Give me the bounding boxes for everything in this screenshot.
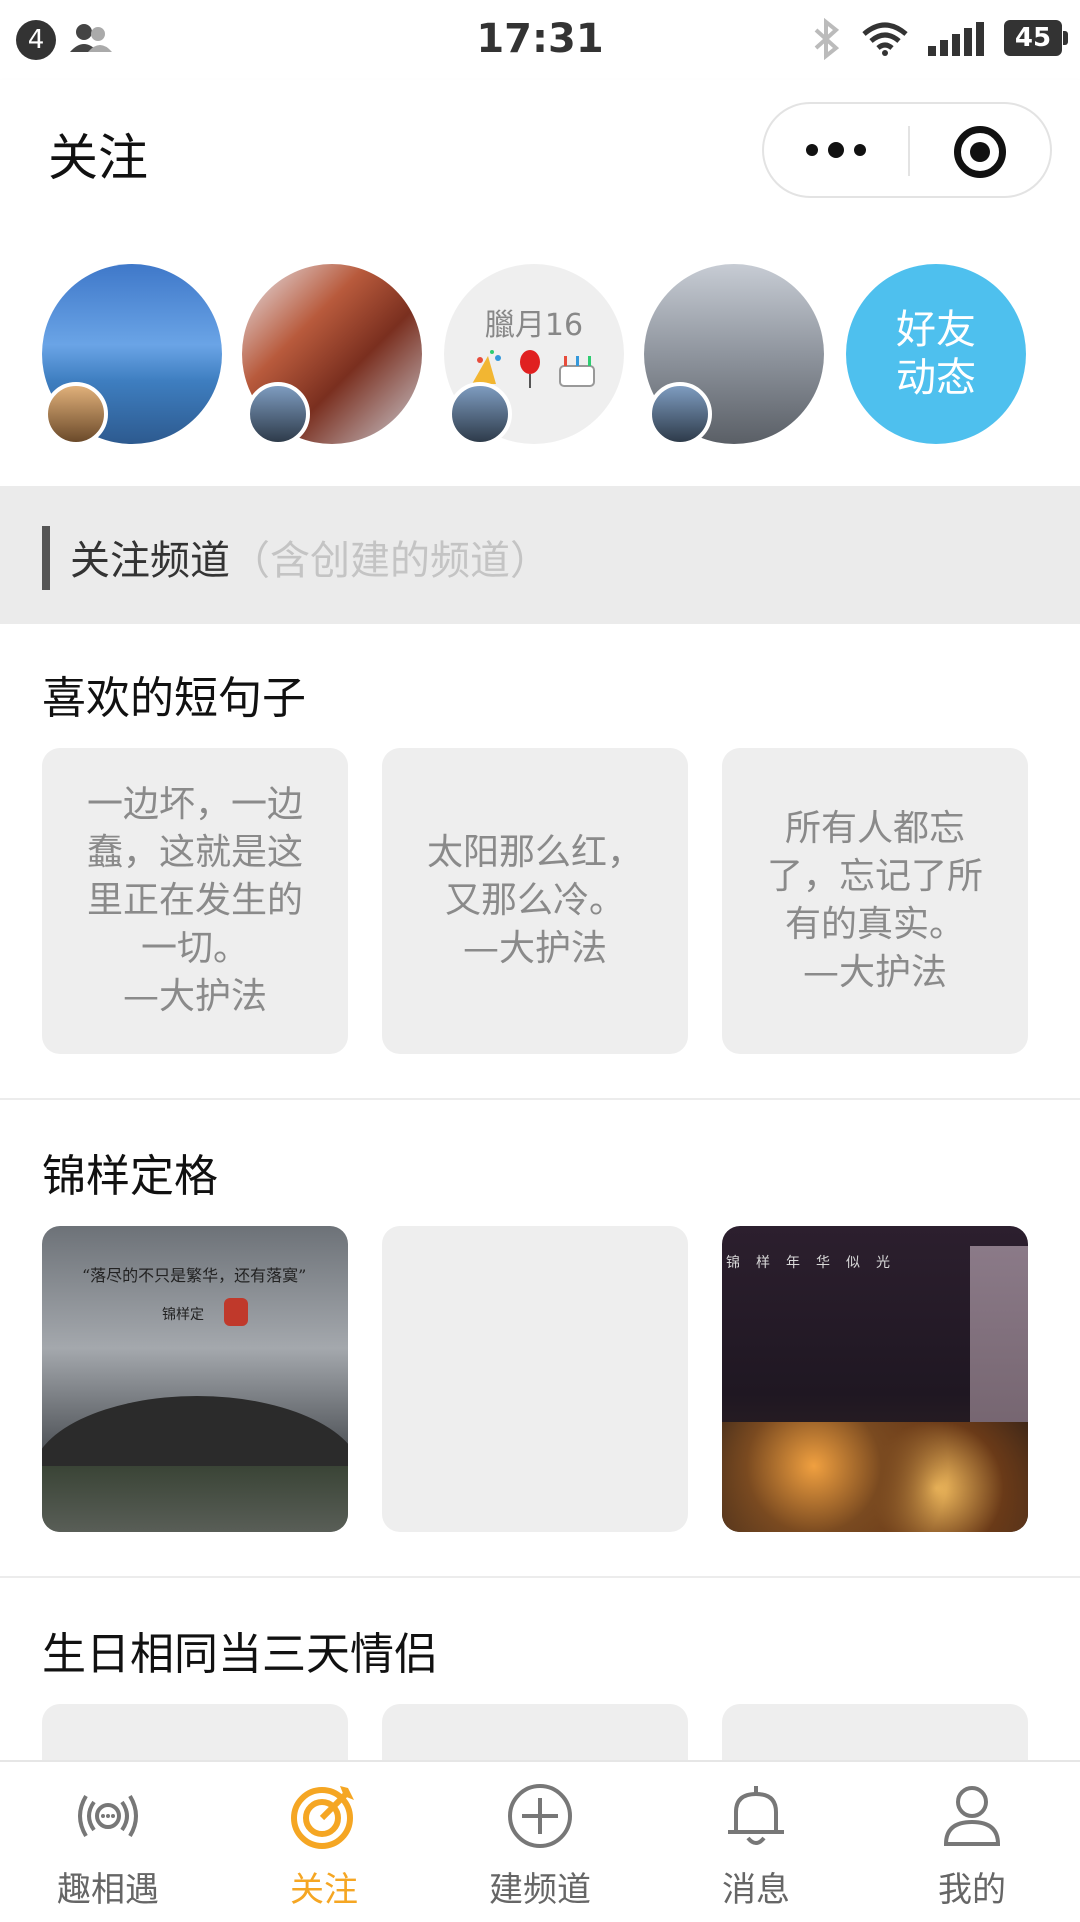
quote-card[interactable]: 所有人都忘 了，忘记了所 有的真实。 —大护法 [722,748,1028,1054]
private-badge: 私密 [1052,1102,1080,1186]
wifi-icon [862,22,908,60]
close-target-icon[interactable] [954,126,1006,178]
tab-label: 建频道 [489,1870,591,1910]
quote-author: —大护法 [462,928,607,969]
section-accent-bar [42,526,50,590]
seal-stamp [224,1298,248,1326]
quote-line: 太阳那么红， [426,832,643,873]
quote-card[interactable]: 一边坏，一边 蠢，这就是这 里正在发生的 一切。 —大护法 [42,748,348,1054]
section-title: 关注频道（含创建的频道） [70,528,550,586]
author-avatar [648,382,712,446]
bluetooth-icon [812,17,842,64]
tab-label: 我的 [938,1870,1006,1910]
friend-updates-button[interactable]: 好友 动态 [846,264,1026,444]
channel-block[interactable]: 锦样定格 私密 “落尽的不只是繁华，还有落寞” 锦样定 锦样年华似光 [0,1102,1080,1578]
quote-line: 蠢，这就是这 [86,832,303,873]
channel-name[interactable]: 生日相同当三天情侣 [42,1618,438,1682]
private-badge: 私密 [1052,624,1080,708]
story-date: 臘月16 [484,308,584,343]
section-title-text: 关注频道 [70,538,230,584]
friend-updates-label-1: 好友 [896,307,976,353]
target-icon [290,1782,358,1850]
quote-line: 有的真实。 [784,904,965,945]
tab-create-channel[interactable]: 建频道 [432,1762,648,1922]
bell-icon [722,1782,790,1850]
author-avatar [448,382,512,446]
content-card[interactable] [42,1704,348,1760]
tab-label: 消息 [722,1870,790,1910]
quote-line: 又那么冷。 [444,880,625,921]
content-card[interactable] [722,1704,1028,1760]
tab-me[interactable]: 我的 [864,1762,1080,1922]
mini-program-capsule [762,102,1052,198]
photo-card[interactable]: 锦样年华似光 [722,1226,1028,1532]
capsule-divider [908,126,910,176]
quote-line: 了，忘记了所 [766,856,983,897]
photo-caption: “落尽的不只是繁华，还有落寞” [82,1266,307,1285]
tab-messages[interactable]: 消息 [648,1762,864,1922]
battery-indicator: 45 [1004,20,1068,56]
story-row: 臘月16 好友 动态 [0,224,1080,486]
city-lights [722,1422,1028,1532]
quote-author: —大护法 [802,952,947,993]
author-avatar [44,382,108,446]
photo-card[interactable]: “落尽的不只是繁华，还有落寞” 锦样定 [42,1226,348,1532]
signal-icon [928,22,988,60]
channel-name[interactable]: 锦样定格 [42,1140,218,1204]
tab-label: 关注 [290,1870,358,1910]
quote-author: —大护法 [122,976,267,1017]
photo-placeholder-card[interactable] [382,1226,688,1532]
more-dot-icon [854,144,866,156]
channel-block[interactable]: 生日相同当三天情侣 [0,1580,1080,1760]
ground [42,1466,348,1532]
more-dot-icon [828,142,844,158]
tab-follow[interactable]: 关注 [216,1762,432,1922]
more-dot-icon [806,144,818,156]
building-roof [42,1396,348,1476]
quote-line: 一边坏，一边 [86,784,303,825]
followed-channels-header: 关注频道（含创建的频道） [0,486,1080,624]
bottom-tab-bar: 趣相遇 关注 建频道 消息 我的 [0,1760,1080,1920]
tab-label: 趣相遇 [57,1870,159,1910]
quote-line: 里正在发生的 [86,880,303,921]
photo-brand: 锦样定 [162,1307,204,1323]
photo-caption: 锦样年华似光 [726,1255,906,1271]
quote-line: 一切。 [140,928,249,969]
user-icon [938,1782,1006,1850]
page-title: 关注 [48,129,148,187]
plus-circle-icon [506,1782,574,1850]
friend-updates-label-2: 动态 [896,355,976,401]
section-subtitle: （含创建的频道） [230,538,550,584]
quote-card[interactable]: 太阳那么红， 又那么冷。 —大护法 [382,748,688,1054]
quote-line: 所有人都忘 [784,808,965,849]
content-card[interactable] [382,1704,688,1760]
tab-meet[interactable]: 趣相遇 [0,1762,216,1922]
author-avatar [246,382,310,446]
channel-block[interactable]: 喜欢的短句子 私密 一边坏，一边 蠢，这就是这 里正在发生的 一切。 —大护法 … [0,624,1080,1100]
channel-name[interactable]: 喜欢的短句子 [42,662,306,726]
status-bar: 4 17:31 45 [0,0,1080,80]
nav-header: 关注 [0,80,1080,224]
more-button[interactable] [764,104,908,196]
status-time: 17:31 [476,16,604,62]
broadcast-chat-icon [74,1782,142,1850]
